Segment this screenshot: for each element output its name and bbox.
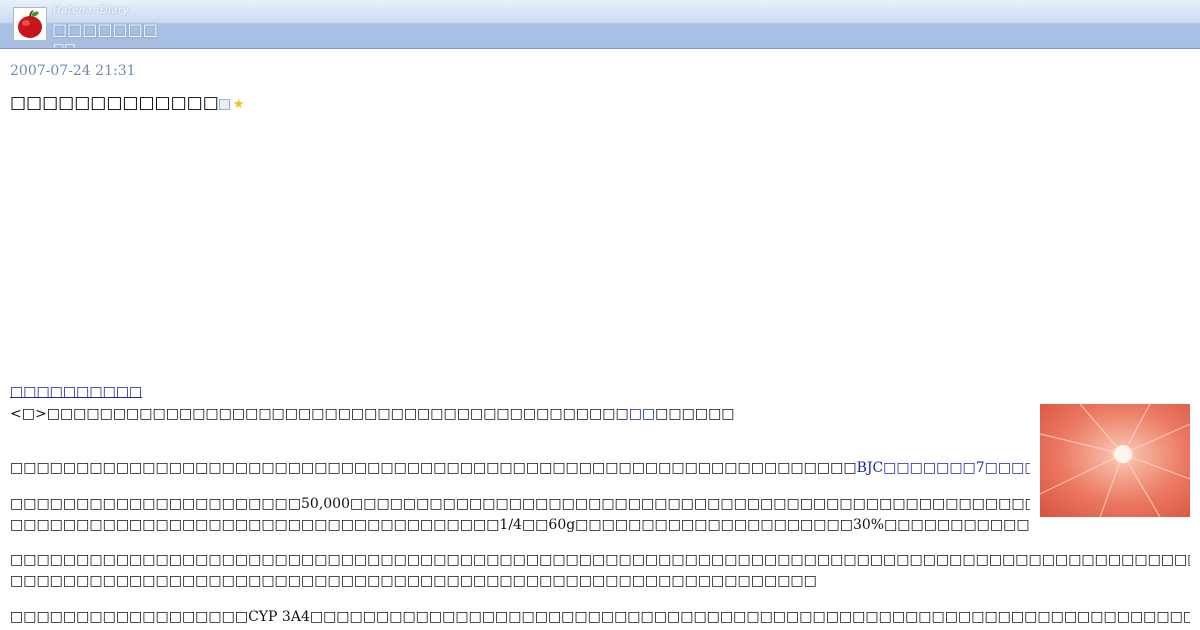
paragraph-line: □□□□□□□□□□□□□□□□□□□□□□50,000□□□□□□□□□□□□…: [10, 496, 1030, 512]
paragraph-bjc: □□□□□□□□□□□□□□□□□□□□□□□□□□□□□□□□□□□□□□□□…: [10, 458, 1030, 479]
hatena-bookmark-icon[interactable]: [218, 98, 230, 110]
star-icon[interactable]: ★: [233, 97, 245, 112]
hatena-diary-brand[interactable]: Hatena::Diary: [53, 5, 129, 16]
paragraph-line: □□□□□□□□□□□□□□□□□□□□□□□□□□□□□□□□□□□□□□□□…: [10, 552, 1190, 568]
paragraph-intro: <□>□□□□□□□□□□□□□□□□□□□□□□□□□□□□□□□□□□□□□…: [10, 404, 1030, 425]
apple-icon[interactable]: [13, 7, 47, 41]
ad-space: [10, 125, 738, 375]
diary-title[interactable]: □□□□□□□: [52, 20, 158, 39]
entry-title-row: □□□□□□□□□□□□□ ★: [10, 92, 244, 114]
paragraph-line: □□□□□□□□□□□□□□□□□□CYP 3A4□□□□□□□□□□□□□□□…: [10, 609, 1190, 625]
bjc-link[interactable]: BJC□□□□□□□7□□□□: [857, 460, 1030, 476]
diary-header: Hatena::Diary □□□□□□□ □□: [0, 0, 1200, 49]
paragraph-cyp3a4: □□□□□□□□□□□□□□□□□□CYP 3A4□□□□□□□□□□□□□□□…: [10, 607, 1190, 628]
paragraph-discussion: □□□□□□□□□□□□□□□□□□□□□□□□□□□□□□□□□□□□□□□□…: [10, 550, 1190, 592]
paragraph-text: □□□□□□□□□□□□□□□□□□□□□□□□□□□□□□□□□□□□□□□□…: [10, 460, 857, 476]
paragraph-line: □□□□□□□□□□□□□□□□□□□□□□□□□□□□□□□□□□□□□1/4…: [10, 517, 1030, 533]
paragraph-line: □□□□□□□□□□□□□□□□□□□□□□□□□□□□□□□□□□□□□□□□…: [10, 573, 817, 589]
entry-date[interactable]: 2007-07-24 21:31: [10, 63, 136, 79]
source-link[interactable]: □□□□□□□□□□: [10, 384, 142, 400]
paragraph-text: □□□□□□: [655, 406, 735, 422]
entry-title[interactable]: □□□□□□□□□□□□□: [10, 93, 219, 113]
paragraph-study: □□□□□□□□□□□□□□□□□□□□□□50,000□□□□□□□□□□□□…: [10, 494, 1030, 536]
paragraph-text: <□>□□□□□□□□□□□□□□□□□□□□□□□□□□□□□□□□□□□□□…: [10, 406, 629, 422]
inline-link[interactable]: □□: [629, 406, 655, 422]
grapefruit-photo: [1040, 404, 1190, 517]
diary-subtitle: □□: [53, 41, 76, 48]
